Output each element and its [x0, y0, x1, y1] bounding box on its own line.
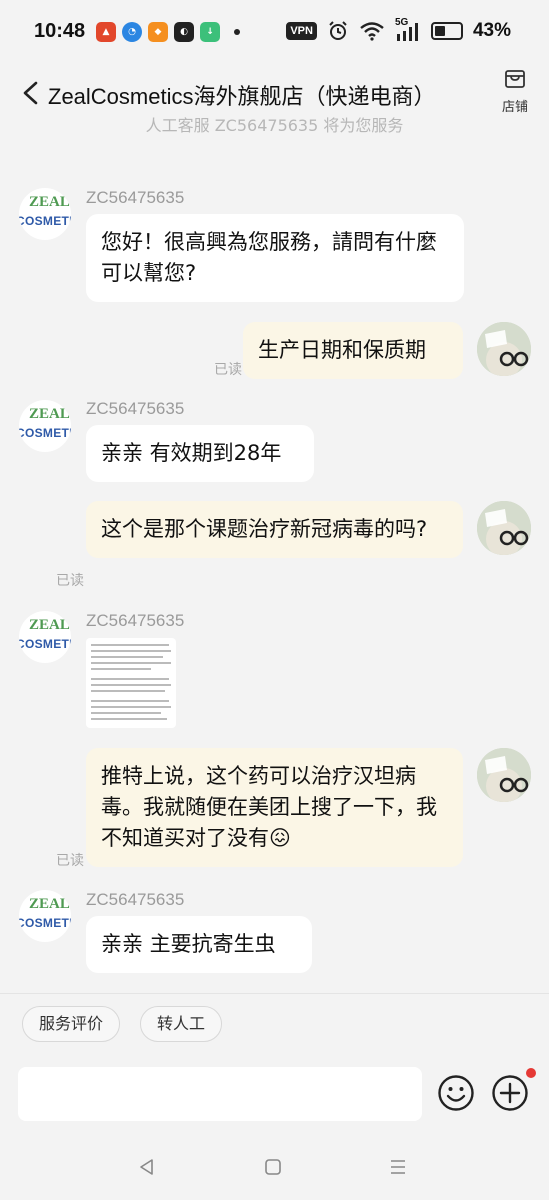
brand-logo-text: COSMETICS — [19, 214, 71, 228]
read-receipt: 已读 — [214, 362, 242, 378]
clock: 10:48 — [34, 20, 86, 42]
brand-logo-text: COSMETICS — [19, 637, 71, 651]
signal-icon: 5G — [395, 17, 421, 42]
transfer-to-human-button[interactable]: 转人工 — [140, 1006, 223, 1042]
nav-menu-icon[interactable] — [388, 1157, 408, 1177]
notification-badge — [526, 1068, 536, 1078]
brand-logo-text: ZEAL — [29, 896, 70, 912]
shop-button[interactable]: 店铺 — [495, 68, 535, 115]
rate-service-button[interactable]: 服务评价 — [22, 1006, 121, 1042]
plus-icon[interactable] — [491, 1074, 529, 1112]
sender-name: ZC56475635 — [86, 611, 185, 630]
sender-name: ZC56475635 — [86, 188, 185, 207]
read-receipt: 已读 — [56, 573, 84, 589]
outgoing-message[interactable]: 推特上说，这个药可以治疗汉坦病毒。我就随便在美团上搜了一下，我不知道买对了没有😖 — [86, 748, 463, 867]
emoji-icon[interactable] — [437, 1074, 475, 1112]
image-message-thumbnail[interactable] — [86, 638, 176, 728]
app-notification-icon: ▲ — [96, 22, 116, 42]
agent-avatar[interactable]: ZEAL COSMETICS — [19, 611, 71, 663]
brand-logo-text: ZEAL — [29, 617, 70, 633]
app-notification-icon: ◐ — [174, 22, 194, 42]
user-avatar-image — [477, 322, 531, 376]
store-icon — [505, 70, 525, 88]
brand-logo-text: ZEAL — [29, 406, 70, 422]
battery-icon — [430, 22, 463, 40]
user-avatar[interactable] — [477, 322, 531, 376]
message-composer — [0, 1053, 549, 1133]
app-notification-icon: ◆ — [148, 22, 168, 42]
agent-avatar[interactable]: ZEAL COSMETICS — [19, 890, 71, 942]
incoming-message[interactable]: 您好！很高興為您服務，請問有什麼可以幫您? — [86, 214, 464, 302]
chat-title: ZealCosmetics海外旗舰店（快递电商） — [48, 84, 436, 109]
alarm-icon — [329, 21, 347, 40]
brand-logo-text: COSMETICS — [19, 916, 71, 930]
user-avatar-image — [477, 748, 531, 802]
read-receipt: 已读 — [56, 853, 84, 869]
sender-name: ZC56475635 — [86, 399, 185, 418]
user-avatar-image — [477, 501, 531, 555]
nav-home-icon[interactable] — [263, 1157, 283, 1177]
quick-reply-bar: 服务评价 转人工 — [0, 993, 549, 1054]
agent-avatar[interactable]: ZEAL COSMETICS — [19, 400, 71, 452]
message-input[interactable] — [18, 1067, 422, 1121]
user-avatar[interactable] — [477, 501, 531, 555]
system-notice: 人工客服 ZC56475635 将为您服务 — [145, 116, 404, 135]
vpn-badge: VPN — [286, 22, 317, 40]
outgoing-message[interactable]: 这个是那个课题治疗新冠病毒的吗? — [86, 501, 463, 558]
back-arrow-icon[interactable] — [18, 78, 46, 108]
brand-logo-text: COSMETICS — [19, 426, 71, 440]
download-icon: ↓ — [200, 22, 220, 42]
system-navigation-bar — [0, 1133, 549, 1200]
incoming-message[interactable]: 亲亲 主要抗寄生虫 — [86, 916, 312, 973]
brand-logo-text: ZEAL — [29, 194, 70, 210]
user-avatar[interactable] — [477, 748, 531, 802]
battery-percentage: 43% — [472, 20, 511, 41]
notification-icons: ▲ ◔ ◆ ◐ ↓ — [96, 22, 240, 42]
status-bar: 10:48 ▲ ◔ ◆ ◐ ↓ VPN 5G 43% — [0, 0, 549, 66]
nav-back-icon[interactable] — [137, 1157, 157, 1177]
incoming-message[interactable]: 亲亲 有效期到28年 — [86, 425, 314, 482]
outgoing-message[interactable]: 生产日期和保质期 — [243, 322, 463, 379]
more-notifications-dot — [234, 29, 240, 35]
app-notification-icon: ◔ — [122, 22, 142, 42]
wifi-icon — [360, 22, 384, 41]
sender-name: ZC56475635 — [86, 890, 185, 909]
agent-avatar[interactable]: ZEAL COSMETICS — [19, 188, 71, 240]
